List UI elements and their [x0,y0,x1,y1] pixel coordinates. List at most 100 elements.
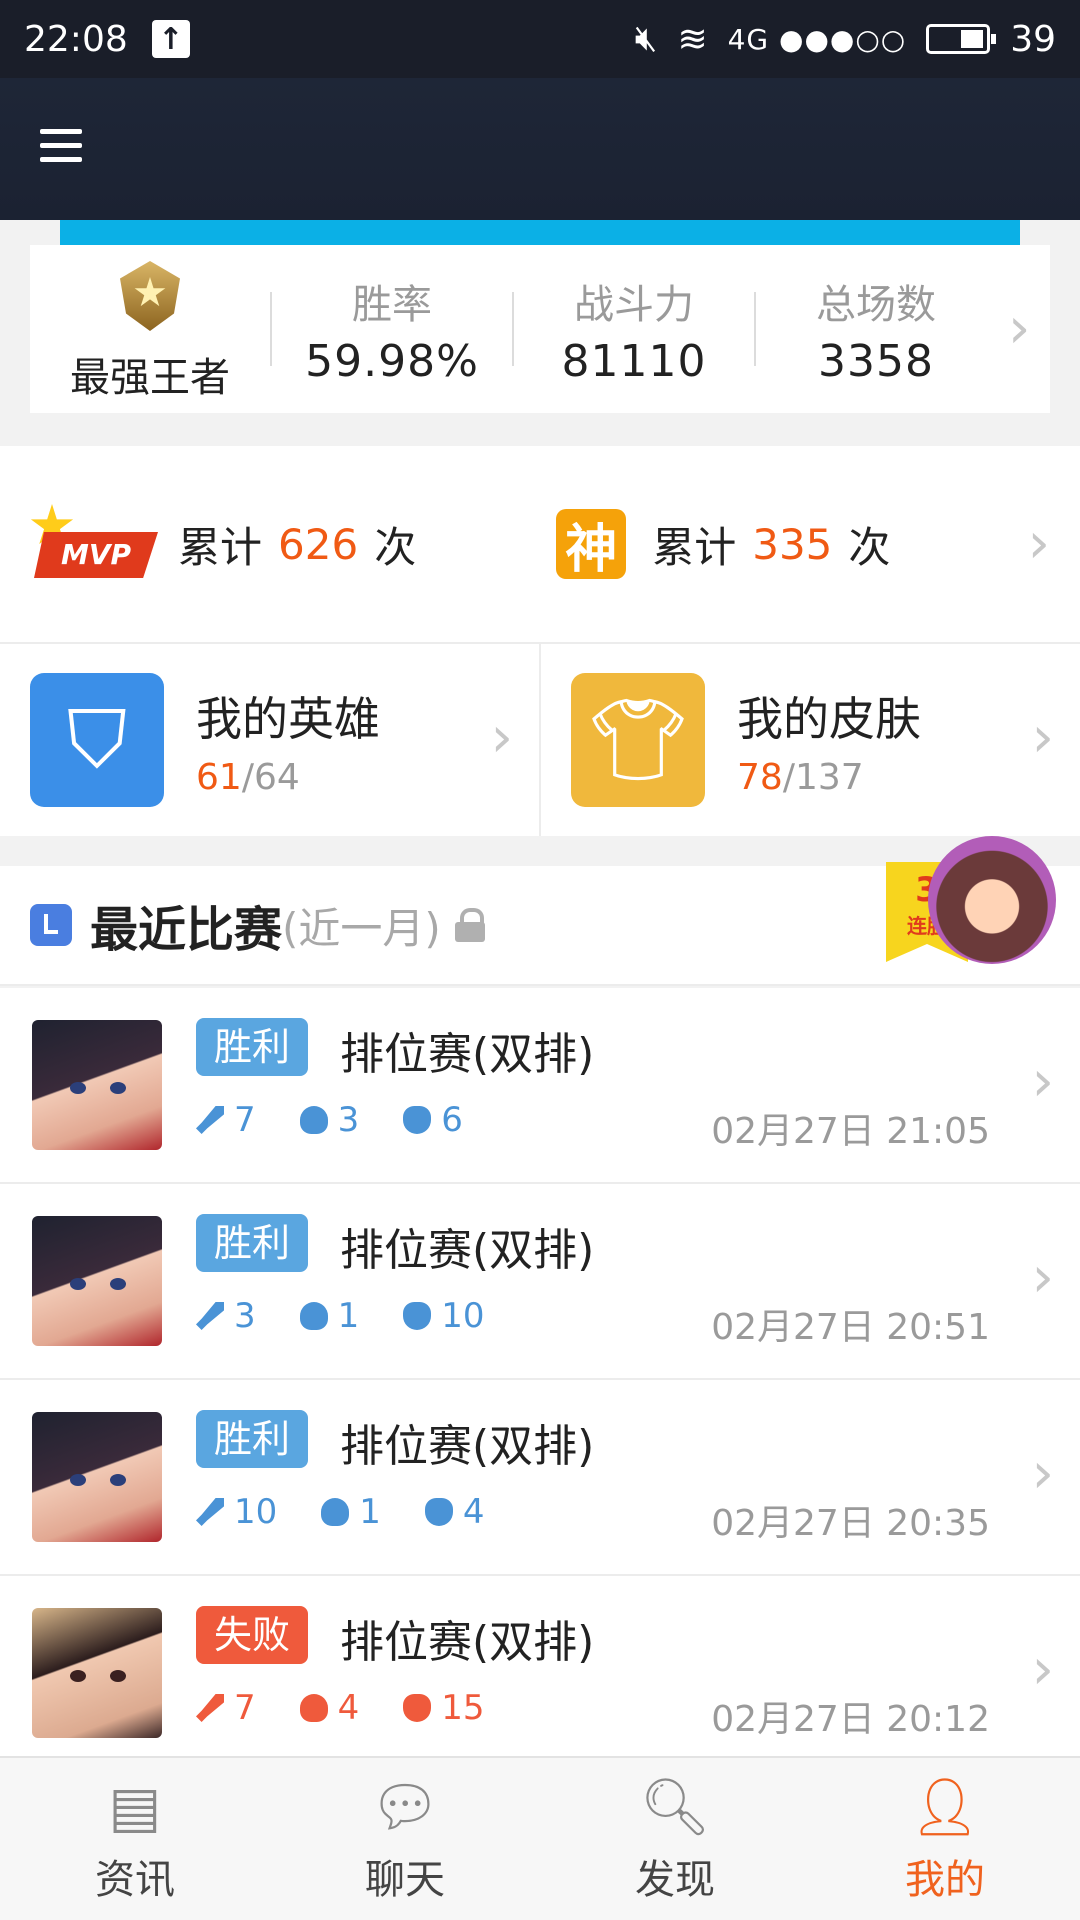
status-right: 🔇︎ ≋ 4G ●●●○○ 39 [635,18,1056,60]
kda: 10 1 4 [196,1492,485,1532]
status-time: 22:08 [24,18,128,60]
win-streak-badge[interactable]: 3 连胜 [886,836,1056,964]
recent-subtitle: (近一月) [282,903,441,953]
nav-news[interactable]: ▤ 资讯 [0,1758,270,1920]
achievements-row[interactable]: MVP 累计 626 次 神 累计 335 次 › [0,446,1080,642]
stat-power: 战斗力 81110 [514,272,754,387]
assists: 6 [441,1100,463,1140]
hand-icon [403,1106,432,1134]
match-mode: 排位赛(双排) [340,1421,595,1472]
hand-icon [424,1498,453,1526]
status-bar: 22:08 ↑ 🔇︎ ≋ 4G ●●●○○ 39 [0,0,1080,78]
nav-discover[interactable]: 🔍︎ 发现 [540,1758,810,1920]
kda: 7 3 6 [196,1100,463,1140]
sword-icon [196,1302,224,1330]
skins-count: 78/137 [737,757,921,798]
header-accent-band [60,220,1020,248]
match-row[interactable]: 胜利 排位赛(双排) 10 1 4 02月27日 20:35 › [0,1380,1080,1576]
kda: 3 1 10 [196,1296,485,1336]
result-tag: 失败 [196,1606,308,1664]
stat-label: 战斗力 [574,281,694,328]
assists: 10 [441,1296,485,1336]
rank-card[interactable]: 最强王者 胜率 59.98% 战斗力 81110 总场数 3358 › [30,245,1050,413]
heroes-total: /64 [241,756,300,798]
chevron-right-icon[interactable]: › [1032,1054,1054,1110]
mvp-prefix: 累计 [178,522,263,572]
stat-value: 59.98% [305,335,479,387]
deaths: 1 [359,1492,381,1532]
mute-icon: 🔇︎ [634,18,658,59]
mvp-suffix: 次 [374,522,417,572]
skull-icon [299,1302,328,1330]
heroes-count: 61/64 [196,757,380,798]
wifi-icon: ≋ [677,18,708,60]
my-heroes[interactable]: ⛉ 我的英雄 61/64 › [0,644,539,836]
nav-label: 资讯 [95,1857,175,1903]
chevron-right-icon[interactable]: › [1008,301,1030,357]
skins-owned: 78 [737,756,783,798]
assists: 15 [441,1688,485,1728]
match-time: 02月27日 20:51 [711,1307,990,1348]
result-tag: 胜利 [196,1214,308,1272]
god-icon: 神 [556,509,627,580]
rank-badge: 最强王者 [30,255,270,403]
sword-icon [196,1498,224,1526]
upload-icon: ↑ [151,20,190,58]
assists: 4 [462,1492,485,1532]
stat-value: 81110 [561,335,707,387]
collections-row: ⛉ 我的英雄 61/64 › 👕︎ 我的皮肤 78/137 › [0,642,1080,836]
hand-icon [403,1694,432,1722]
match-row[interactable]: 失败 排位赛(双排) 7 4 15 02月27日 20:12 › [0,1576,1080,1772]
stat-label: 总场数 [816,281,936,328]
match-time: 02月27日 20:35 [711,1503,990,1544]
rank-name: 最强王者 [70,355,230,401]
rank-crest-icon [110,255,190,339]
nav-profile[interactable]: 👤︎ 我的 [810,1758,1080,1920]
kills: 3 [234,1296,256,1336]
skins-total: /137 [782,756,864,798]
hero-helmet-icon: ⛉ [30,673,164,807]
chevron-right-icon[interactable]: › [1032,1250,1054,1306]
skull-icon [321,1498,350,1526]
match-list: 胜利 排位赛(双排) 7 3 6 02月27日 21:05 › 胜利 排位赛(双… [0,988,1080,1772]
chevron-right-icon[interactable]: › [1028,516,1050,572]
match-row[interactable]: 胜利 排位赛(双排) 3 1 10 02月27日 20:51 › [0,1184,1080,1380]
hero-avatar [32,1020,162,1150]
battery-icon [926,24,997,54]
profile-icon: 👤︎ [909,1775,981,1840]
chevron-right-icon[interactable]: › [1032,1446,1054,1502]
nav-chat[interactable]: 💬︎ 聊天 [270,1758,540,1920]
lock-icon[interactable] [454,908,485,942]
my-skins[interactable]: 👕︎ 我的皮肤 78/137 › [539,644,1080,836]
deaths: 1 [337,1296,360,1336]
menu-icon[interactable] [40,120,82,170]
app-root: 22:08 ↑ 🔇︎ ≋ 4G ●●●○○ 39 最强王者 胜率 59.98% [0,0,1080,1920]
mvp-icon: MVP [30,504,162,584]
skull-icon [299,1694,328,1722]
match-time: 02月27日 21:05 [711,1111,990,1152]
network-indicator: 4G ●●●○○ [727,22,907,56]
match-time: 02月27日 20:12 [711,1699,990,1740]
chevron-right-icon[interactable]: › [1032,1642,1054,1698]
hero-avatar [32,1216,162,1346]
nav-label: 聊天 [365,1857,445,1903]
mvp-number: 626 [278,519,359,569]
mvp-count: 累计 626 次 [178,514,416,575]
skins-title: 我的皮肤 [737,691,921,746]
nav-label: 我的 [905,1857,985,1903]
kda: 7 4 15 [196,1688,485,1728]
stat-total-matches: 总场数 3358 [756,272,996,387]
result-tag: 胜利 [196,1410,308,1468]
heroes-owned: 61 [196,756,242,798]
recent-title: 最近比赛 [90,902,283,958]
hand-icon [403,1302,432,1330]
chevron-right-icon[interactable]: › [491,710,513,766]
match-row[interactable]: 胜利 排位赛(双排) 7 3 6 02月27日 21:05 › [0,988,1080,1184]
discover-icon: 🔍︎ [639,1775,711,1840]
chevron-right-icon[interactable]: › [1032,710,1054,766]
stat-label: 胜率 [352,281,432,328]
deaths: 4 [337,1688,360,1728]
god-prefix: 累计 [652,522,737,572]
battery-level: 39 [1010,18,1056,60]
profile-header [0,78,1080,220]
